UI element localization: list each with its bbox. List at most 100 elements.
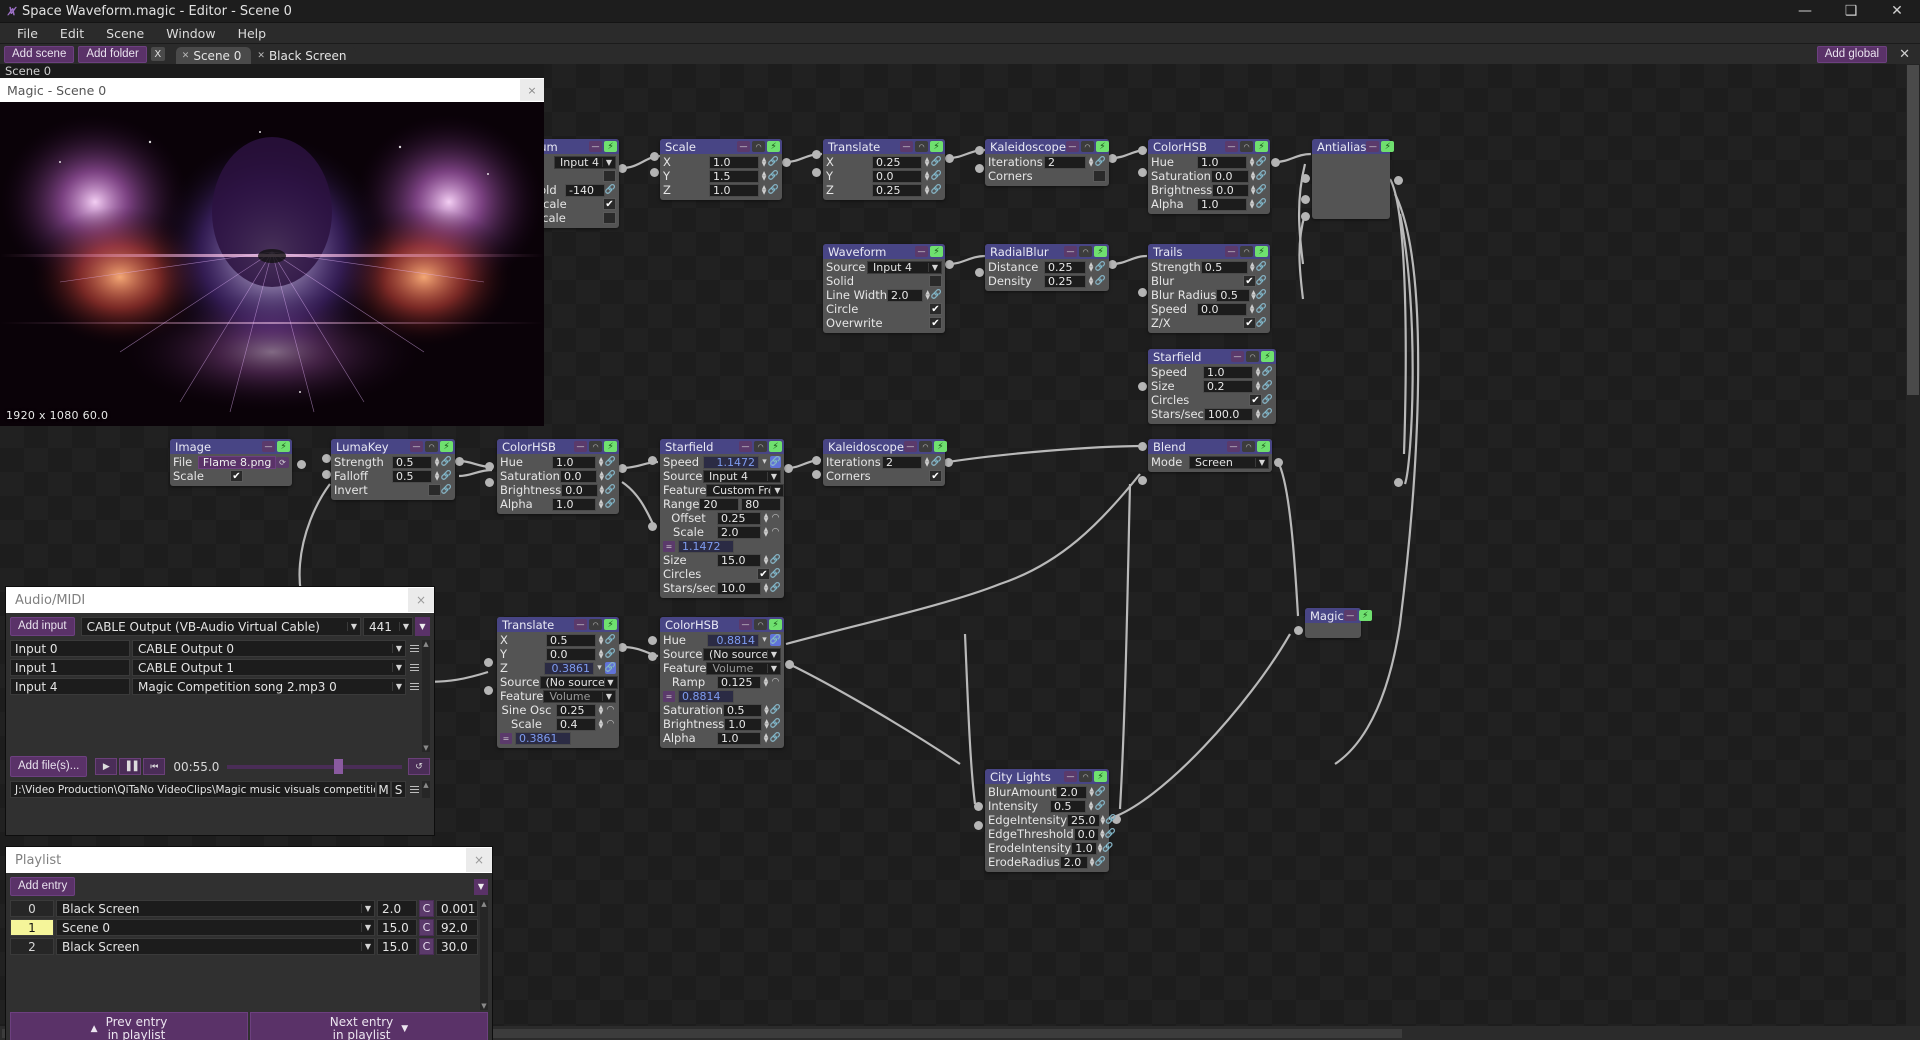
row-value[interactable]: 100.0 bbox=[1203, 407, 1254, 421]
node-header[interactable]: Scale — ◠ ⚡ bbox=[660, 139, 782, 154]
node-header[interactable]: Trails — ◠ ⚡ bbox=[1148, 244, 1270, 259]
spinner-icon[interactable]: ▲ ▼ bbox=[1248, 199, 1256, 210]
spinner-icon[interactable]: ▲ ▼ bbox=[1254, 381, 1262, 392]
row-value[interactable]: 0.25 bbox=[1044, 274, 1086, 288]
chevron-down-icon[interactable]: ▼ bbox=[399, 622, 412, 631]
entry-mode-badge[interactable]: C bbox=[419, 900, 434, 917]
close-icon[interactable]: ✕ bbox=[182, 51, 190, 61]
row-checkbox[interactable] bbox=[603, 212, 616, 224]
link-icon[interactable]: 🔗 bbox=[441, 456, 452, 468]
file-menu-icon[interactable] bbox=[409, 786, 420, 793]
row-value[interactable]: 0.5 bbox=[392, 455, 432, 469]
range-min[interactable]: 20 bbox=[699, 497, 740, 511]
spinner-icon[interactable]: ▲ ▼ bbox=[762, 583, 770, 594]
collapse-node-icon[interactable]: ◠ bbox=[589, 619, 602, 630]
row-value[interactable]: 2 bbox=[1044, 155, 1086, 169]
add-input-button[interactable]: Add input bbox=[10, 617, 75, 636]
add-scene-button[interactable]: Add scene bbox=[4, 45, 75, 63]
row-checkbox[interactable]: ✔ bbox=[757, 568, 770, 580]
wire-dot[interactable] bbox=[785, 660, 794, 669]
wire-dot[interactable] bbox=[1138, 146, 1147, 155]
prev-entry-button[interactable]: ▲ Prev entry in playlist bbox=[10, 1012, 248, 1040]
link-icon[interactable]: 🔗 bbox=[1256, 317, 1267, 329]
wire-dot[interactable] bbox=[812, 168, 821, 177]
row-value[interactable]: 0.25 bbox=[717, 511, 761, 525]
entry-value[interactable]: 92.0 bbox=[436, 919, 478, 936]
link-icon[interactable]: 🔗 bbox=[1095, 856, 1106, 868]
enable-node-icon[interactable]: ⚡ bbox=[277, 441, 290, 452]
enable-node-icon[interactable]: ⚡ bbox=[604, 441, 617, 452]
row-checkbox[interactable]: ✔ bbox=[1243, 317, 1256, 329]
node-header[interactable]: Kaleidoscope — ◠ ⚡ bbox=[823, 439, 947, 454]
row-value[interactable]: 1.5 bbox=[709, 169, 759, 183]
link-icon[interactable]: 🔗 bbox=[441, 470, 452, 482]
spinner-icon[interactable]: ▲ ▼ bbox=[760, 185, 768, 196]
chevron-down-icon[interactable]: ▼ bbox=[392, 663, 405, 672]
wire-dot[interactable] bbox=[485, 478, 494, 487]
enable-node-icon[interactable]: ⚡ bbox=[933, 441, 947, 452]
node-header[interactable]: Starfield — ◠ ⚡ bbox=[1148, 349, 1276, 364]
row-checkbox[interactable]: ✔ bbox=[929, 317, 942, 329]
row-value[interactable]: 25.0 bbox=[1067, 813, 1100, 827]
inputs-scrollbar[interactable]: ▲ ▼ bbox=[422, 640, 430, 752]
minimize-node-icon[interactable]: — bbox=[410, 441, 423, 452]
canvas-vertical-scrollbar[interactable] bbox=[1906, 64, 1920, 1026]
playback-slider-knob[interactable] bbox=[333, 758, 343, 774]
spinner-icon[interactable]: ▲ ▼ bbox=[1254, 409, 1262, 420]
row-value[interactable]: 0.5 bbox=[722, 703, 763, 717]
input-menu-icon[interactable] bbox=[409, 683, 420, 690]
row-value[interactable]: 0.25 bbox=[555, 703, 596, 717]
link-icon[interactable]: 🔗 bbox=[1262, 408, 1273, 420]
spinner-icon[interactable]: ▲ ▼ bbox=[1087, 157, 1095, 168]
row-value[interactable]: 1.0 bbox=[709, 183, 759, 197]
enable-node-icon[interactable]: ⚡ bbox=[1095, 141, 1109, 152]
spinner-icon[interactable]: ▲ ▼ bbox=[1249, 262, 1256, 273]
circle-modulation-icon[interactable]: ◠ bbox=[605, 718, 616, 730]
link-icon[interactable]: 🔗 bbox=[1256, 289, 1267, 301]
input-source-dropdown[interactable]: CABLE Output 0 ▼ bbox=[132, 640, 406, 657]
enable-node-icon[interactable]: ⚡ bbox=[604, 141, 617, 152]
close-button[interactable]: ✕ bbox=[1874, 0, 1920, 23]
enable-node-icon[interactable]: ⚡ bbox=[1094, 771, 1107, 782]
wire-dot[interactable] bbox=[1138, 288, 1147, 297]
minimize-node-icon[interactable]: — bbox=[1343, 610, 1357, 621]
collapse-node-icon[interactable]: ◠ bbox=[1246, 351, 1259, 362]
link-icon[interactable]: 🔗 bbox=[770, 718, 781, 730]
link-icon[interactable]: 🔗 bbox=[1256, 156, 1267, 168]
wire-dot[interactable] bbox=[1108, 154, 1117, 163]
circle-modulation-icon[interactable]: ◠ bbox=[605, 704, 616, 716]
wire-dot[interactable] bbox=[1271, 158, 1280, 167]
scroll-up-icon[interactable]: ▲ bbox=[481, 900, 486, 908]
enable-node-icon[interactable]: ⚡ bbox=[1255, 141, 1268, 152]
preview-render[interactable]: 1920 x 1080 60.0 bbox=[0, 102, 544, 426]
chevron-down-icon[interactable]: ▼ bbox=[1255, 457, 1268, 467]
close-folder-icon[interactable]: X bbox=[150, 47, 165, 61]
row-value[interactable]: 0.0 bbox=[561, 483, 598, 497]
entry-duration[interactable]: 15.0 bbox=[377, 919, 417, 936]
close-icon[interactable]: × bbox=[408, 588, 434, 612]
entry-value[interactable]: 0.001 bbox=[436, 900, 478, 917]
circle-modulation-icon[interactable]: ◠ bbox=[770, 512, 781, 524]
enable-node-icon[interactable]: ⚡ bbox=[1261, 351, 1274, 362]
row-value[interactable]: 2.0 bbox=[716, 525, 761, 539]
chevron-down-icon[interactable]: ▼ bbox=[767, 649, 780, 659]
row-value[interactable]: 1.0 bbox=[1197, 197, 1247, 211]
reload-icon[interactable]: ⟳ bbox=[276, 456, 289, 468]
add-folder-button[interactable]: Add folder bbox=[78, 45, 147, 63]
row-value[interactable]: 0.0 bbox=[1212, 183, 1250, 197]
collapse-node-icon[interactable]: ◠ bbox=[1080, 141, 1094, 152]
row-value[interactable]: 2.0 bbox=[1056, 785, 1088, 799]
wire-dot[interactable] bbox=[322, 454, 331, 463]
node-header[interactable]: Magic — ⚡ bbox=[1305, 608, 1372, 623]
row-value[interactable]: 0.0 bbox=[1210, 169, 1250, 183]
row-value[interactable]: 0.25 bbox=[1044, 260, 1086, 274]
minimize-node-icon[interactable]: — bbox=[574, 441, 587, 452]
link-icon[interactable]: 🔗 bbox=[1095, 800, 1106, 812]
wire-dot[interactable] bbox=[975, 146, 984, 155]
row-checkbox[interactable]: ✔ bbox=[929, 303, 942, 315]
spinner-icon[interactable]: ▲ ▼ bbox=[1087, 262, 1095, 273]
row-dropdown[interactable]: Input 4 ▼ bbox=[867, 260, 942, 274]
spinner-icon[interactable]: ▲ ▼ bbox=[762, 677, 770, 688]
spinner-icon[interactable]: ▲ ▼ bbox=[762, 733, 770, 744]
wire-dot[interactable] bbox=[484, 686, 493, 695]
